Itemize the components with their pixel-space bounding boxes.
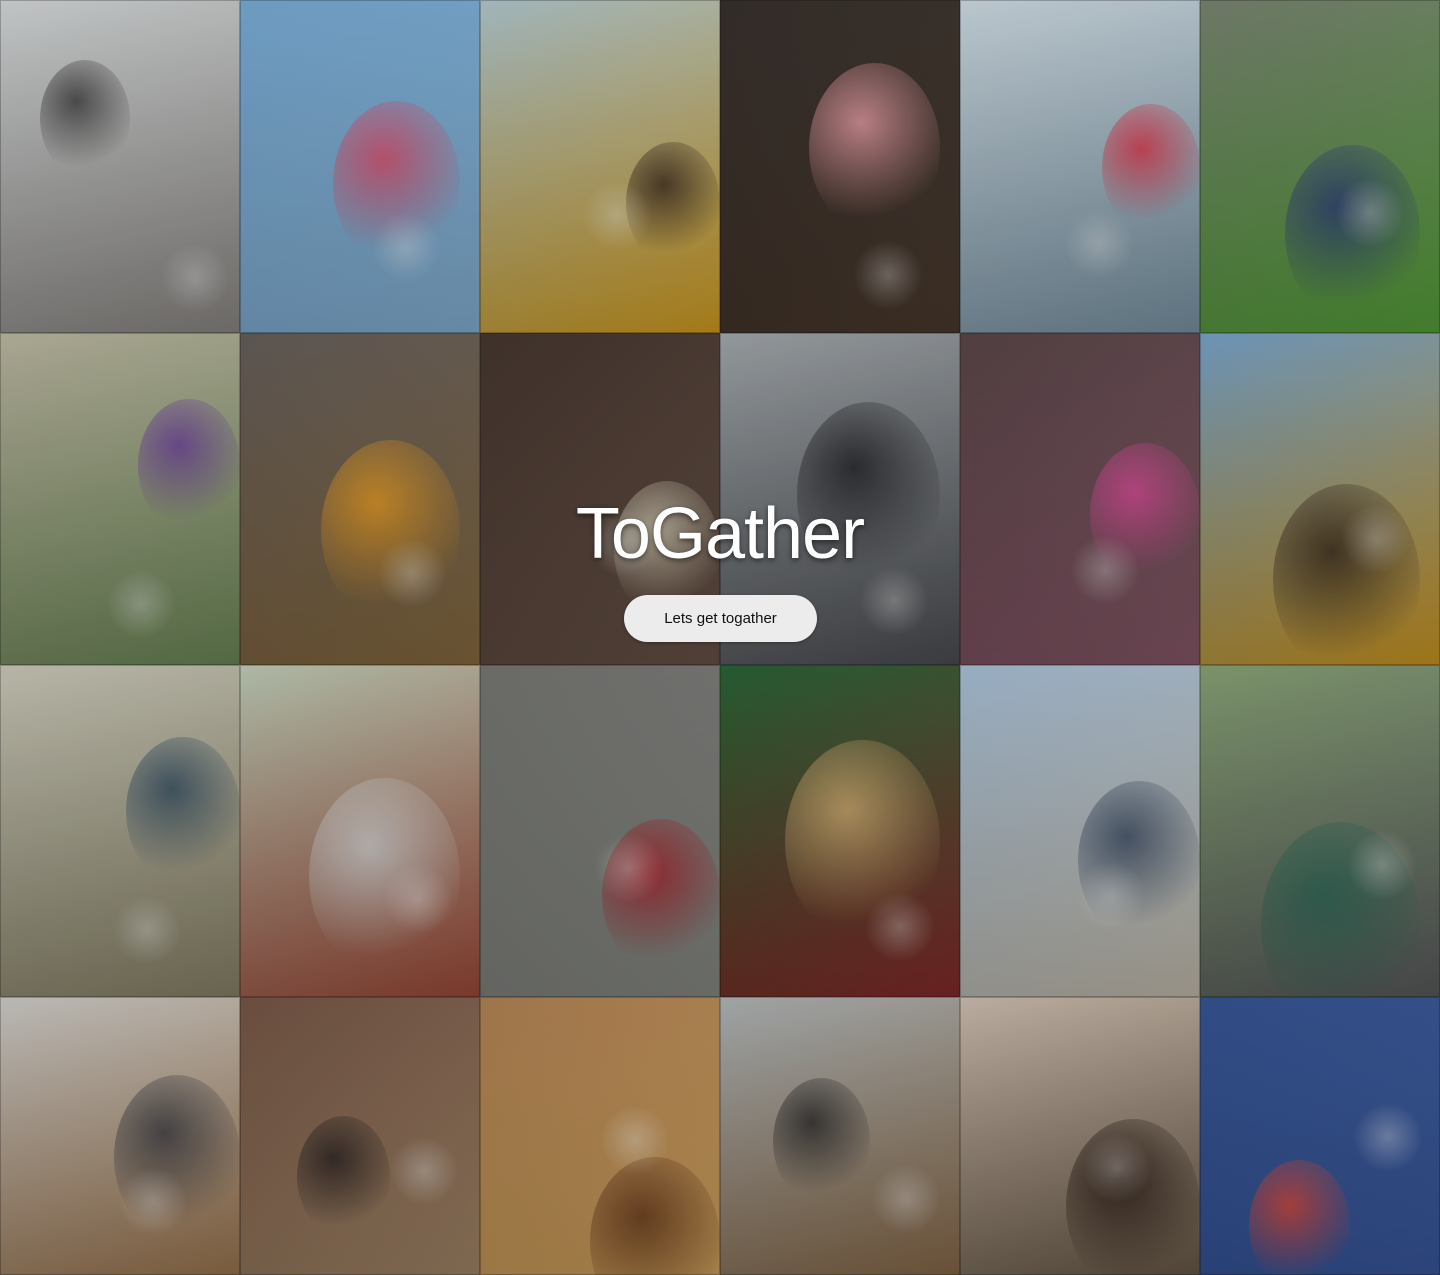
photo-subject (1102, 104, 1200, 232)
photo-highlight (383, 864, 453, 934)
photo-subject (1285, 145, 1420, 321)
photo-subject (797, 402, 940, 588)
photo-subject (297, 1116, 390, 1237)
photo-highlight (853, 240, 923, 310)
photo-highlight (118, 1167, 188, 1237)
photo-highlight (1070, 535, 1140, 605)
photo-tile-man-reeds-sunglasses (0, 665, 240, 997)
photo-subject (126, 737, 240, 886)
photo-subject (40, 60, 130, 177)
photo-highlight (377, 538, 447, 608)
get-together-button[interactable]: Lets get togather (624, 595, 817, 642)
photo-subject (309, 778, 460, 975)
photo-tile-balloons-sky (240, 0, 480, 333)
photo-tile-sparkler-bokeh (720, 0, 960, 333)
photo-subject (1261, 822, 1420, 997)
photo-subject (602, 819, 720, 973)
photo-tile-picnic-table (240, 665, 480, 997)
photo-subject (333, 101, 460, 267)
photo-tile-swings-park (1200, 665, 1440, 997)
photo-subject (1078, 781, 1200, 940)
photo-highlight (594, 833, 664, 903)
photo-highlight (389, 1136, 459, 1206)
photo-tile-family-beach (960, 665, 1200, 997)
photo-highlight (1064, 209, 1134, 279)
photo-highlight (600, 1105, 670, 1175)
photo-tile-balloons-blue-sky (1200, 997, 1440, 1275)
photo-subject (590, 1157, 720, 1275)
photo-tile-men-laughing-costume (240, 333, 480, 665)
photo-tile-woman-sunflowers (1200, 333, 1440, 665)
photo-highlight (1341, 504, 1411, 574)
photo-tile-man-ukulele (720, 997, 960, 1275)
photo-highlight (371, 212, 441, 282)
photo-tile-friends-dancing (0, 0, 240, 333)
photo-subject (321, 440, 460, 621)
photo-subject (809, 63, 940, 234)
photo-tile-dragon-boat (480, 665, 720, 997)
photo-subject (1273, 484, 1420, 665)
photo-tile-man-city-street (960, 997, 1200, 1275)
photo-highlight (1347, 830, 1417, 900)
photo-subject (114, 1075, 240, 1239)
photo-highlight (588, 507, 658, 577)
photo-tile-two-women-hug (0, 997, 240, 1275)
photo-highlight (865, 892, 935, 962)
photo-highlight (859, 566, 929, 636)
photo-highlight (1353, 1102, 1423, 1172)
photo-highlight (106, 569, 176, 639)
photo-highlight (582, 181, 652, 251)
photo-subject (773, 1078, 870, 1205)
photo-tile-woman-sunlight (480, 997, 720, 1275)
photo-highlight (1082, 1133, 1152, 1203)
photo-tile-kids-guitar-grass (1200, 0, 1440, 333)
photo-subject (138, 399, 240, 532)
photo-subject (785, 740, 940, 942)
photo-highlight (871, 1164, 941, 1234)
photo-highlight (1076, 861, 1146, 931)
photo-tile-woman-purple-scarf (0, 333, 240, 665)
photo-highlight (160, 243, 230, 313)
photo-tile-wedding-couple (720, 665, 960, 997)
photo-subject (1090, 443, 1200, 586)
photo-tile-sunflower-girl (480, 0, 720, 333)
photo-highlight (1335, 178, 1405, 248)
photo-tile-holi-girl (960, 333, 1200, 665)
photo-tile-kids-peace-sign (240, 997, 480, 1275)
photo-highlight (112, 895, 182, 965)
photo-tile-boy-red-shirt (960, 0, 1200, 333)
photo-subject (1066, 1119, 1200, 1275)
photo-subject (626, 142, 720, 265)
photo-subject (1249, 1160, 1350, 1275)
